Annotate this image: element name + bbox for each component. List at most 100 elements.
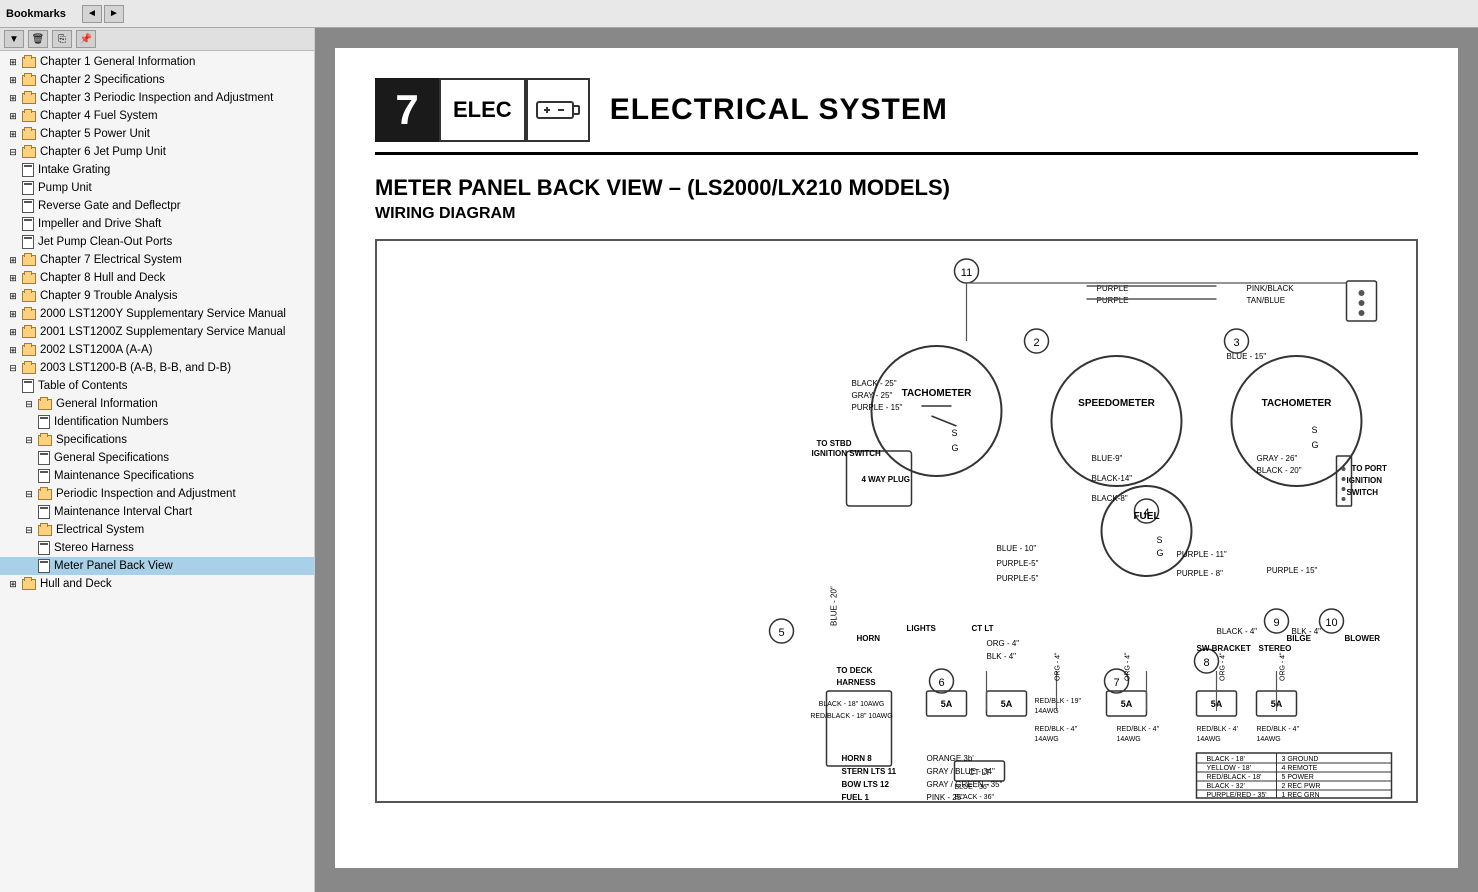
sidebar-item-ch6-4[interactable]: Impeller and Drive Shaft (0, 215, 314, 233)
svg-text:FUEL 1: FUEL 1 (842, 793, 870, 801)
sidebar-item-supp2000[interactable]: ⊞ 2000 LST1200Y Supplementary Service Ma… (0, 305, 314, 323)
expander-ch1[interactable]: ⊞ (6, 55, 20, 69)
sidebar-item-ch9[interactable]: ⊞ Chapter 9 Trouble Analysis (0, 287, 314, 305)
sidebar-item-periodic[interactable]: ⊟ Periodic Inspection and Adjustment (0, 485, 314, 503)
sidebar-item-label-ch2: Chapter 2 Specifications (40, 74, 165, 86)
sidebar-item-ch6-3[interactable]: Reverse Gate and Deflectpr (0, 197, 314, 215)
svg-text:BLACK-8": BLACK-8" (1092, 494, 1128, 503)
sidebar-item-ch6-5[interactable]: Jet Pump Clean-Out Ports (0, 233, 314, 251)
expander-ch6[interactable]: ⊟ (6, 145, 20, 159)
sidebar-item-ch2[interactable]: ⊞ Chapter 2 Specifications (0, 71, 314, 89)
expander-ch9[interactable]: ⊞ (6, 289, 20, 303)
svg-text:PURPLE/RED - 35': PURPLE/RED - 35' (1207, 792, 1267, 799)
sidebar-item-stereo[interactable]: Stereo Harness (0, 539, 314, 557)
sidebar-item-label-periodic: Periodic Inspection and Adjustment (56, 488, 236, 500)
sidebar-item-lst2002[interactable]: ⊞ 2002 LST1200A (A-A) (0, 341, 314, 359)
expander-specs[interactable]: ⊟ (22, 433, 36, 447)
svg-text:2 REC PWR: 2 REC PWR (1282, 783, 1321, 790)
nav-next-btn[interactable]: ► (104, 5, 124, 23)
svg-text:14AWG: 14AWG (1197, 736, 1221, 743)
expander-ch7[interactable]: ⊞ (6, 253, 20, 267)
sidebar-item-ch5[interactable]: ⊞ Chapter 5 Power Unit (0, 125, 314, 143)
sidebar-item-ch3[interactable]: ⊞ Chapter 3 Periodic Inspection and Adju… (0, 89, 314, 107)
svg-text:PURPLE - 8": PURPLE - 8" (1177, 569, 1224, 578)
sidebar-item-geninfo[interactable]: ⊟ General Information (0, 395, 314, 413)
sidebar-item-ch1[interactable]: ⊞ Chapter 1 General Information (0, 53, 314, 71)
page-icon-stereo (38, 541, 50, 555)
sidebar-item-label-meter: Meter Panel Back View (54, 560, 173, 572)
svg-text:BLUE - 15": BLUE - 15" (1227, 352, 1267, 361)
svg-text:G: G (1157, 548, 1164, 558)
sidebar-item-supp2001[interactable]: ⊞ 2001 LST1200Z Supplementary Service Ma… (0, 323, 314, 341)
expander-ch3[interactable]: ⊞ (6, 91, 20, 105)
expander-supp2000[interactable]: ⊞ (6, 307, 20, 321)
sidebar-paste-btn[interactable]: 📌 (76, 30, 96, 48)
sidebar-item-ch4[interactable]: ⊞ Chapter 4 Fuel System (0, 107, 314, 125)
svg-text:PINK/BLACK: PINK/BLACK (1247, 284, 1295, 293)
page-icon-ch6-3 (22, 199, 34, 213)
sidebar-item-toc[interactable]: Table of Contents (0, 377, 314, 395)
sidebar-item-genspecs[interactable]: General Specifications (0, 449, 314, 467)
expander-hulldeck[interactable]: ⊞ (6, 577, 20, 591)
sidebar-item-label-hulldeck: Hull and Deck (40, 578, 112, 590)
sidebar-item-ch6-1[interactable]: Intake Grating (0, 161, 314, 179)
expander-ch2[interactable]: ⊞ (6, 73, 20, 87)
svg-text:STERN LTS 11: STERN LTS 11 (842, 767, 897, 776)
svg-text:ORG - 4": ORG - 4" (1125, 652, 1132, 681)
svg-text:14AWG: 14AWG (1035, 708, 1059, 715)
sidebar-item-meter[interactable]: Meter Panel Back View (0, 557, 314, 575)
folder-icon-ch3 (22, 93, 36, 104)
sidebar-item-label-ch4: Chapter 4 Fuel System (40, 110, 158, 122)
sidebar-item-idnums[interactable]: Identification Numbers (0, 413, 314, 431)
sidebar-item-label-lst2003: 2003 LST1200-B (A-B, B-B, and D-B) (40, 362, 231, 374)
sidebar-item-specs[interactable]: ⊟ Specifications (0, 431, 314, 449)
nav-prev-btn[interactable]: ◄ (82, 5, 102, 23)
svg-text:GRAY - 26": GRAY - 26" (1257, 454, 1298, 463)
svg-text:SW BRACKET: SW BRACKET (1197, 644, 1251, 653)
svg-text:BLUE - 10": BLUE - 10" (997, 544, 1037, 553)
wiring-diagram: 11 2 3 4 5 6 7 8 9 (375, 239, 1418, 803)
expander-periodic[interactable]: ⊟ (22, 487, 36, 501)
svg-text:RED/BLK - 4': RED/BLK - 4' (1197, 726, 1238, 733)
sidebar-item-ch8[interactable]: ⊞ Chapter 8 Hull and Deck (0, 269, 314, 287)
sidebar-delete-btn[interactable]: 🗑 (28, 30, 48, 48)
sidebar-item-label-ch6-2: Pump Unit (38, 182, 92, 194)
expander-geninfo[interactable]: ⊟ (22, 397, 36, 411)
svg-text:TO STBD: TO STBD (817, 439, 852, 448)
sidebar-item-label-supp2001: 2001 LST1200Z Supplementary Service Manu… (40, 326, 285, 338)
svg-text:S: S (952, 428, 958, 438)
sidebar-item-label-elec: Electrical System (56, 524, 144, 536)
chapter-title: ELECTRICAL SYSTEM (610, 93, 948, 127)
sidebar-item-hulldeck[interactable]: ⊞ Hull and Deck (0, 575, 314, 593)
expander-supp2001[interactable]: ⊞ (6, 325, 20, 339)
sidebar-item-label-ch5: Chapter 5 Power Unit (40, 128, 150, 140)
expander-elec[interactable]: ⊟ (22, 523, 36, 537)
expander-ch4[interactable]: ⊞ (6, 109, 20, 123)
svg-text:RED/BLACK - 18" 10AWG: RED/BLACK - 18" 10AWG (810, 713, 892, 720)
battery-icon (526, 78, 590, 142)
sidebar-item-label-ch8: Chapter 8 Hull and Deck (40, 272, 165, 284)
sidebar-item-lst2003[interactable]: ⊟ 2003 LST1200-B (A-B, B-B, and D-B) (0, 359, 314, 377)
folder-icon-ch2 (22, 75, 36, 86)
svg-text:BLACK - 20": BLACK - 20" (1257, 466, 1302, 475)
sidebar-item-ch7[interactable]: ⊞ Chapter 7 Electrical System (0, 251, 314, 269)
sidebar-item-maintchart[interactable]: Maintenance Interval Chart (0, 503, 314, 521)
sidebar-item-ch6[interactable]: ⊟ Chapter 6 Jet Pump Unit (0, 143, 314, 161)
svg-text:5: 5 (778, 627, 784, 639)
svg-text:TAN/BLUE: TAN/BLUE (1247, 296, 1286, 305)
svg-text:TO PORT: TO PORT (1352, 464, 1388, 473)
expander-lst2002[interactable]: ⊞ (6, 343, 20, 357)
svg-text:6: 6 (938, 677, 944, 689)
sidebar-item-ch6-2[interactable]: Pump Unit (0, 179, 314, 197)
expander-ch5[interactable]: ⊞ (6, 127, 20, 141)
svg-text:4 WAY PLUG: 4 WAY PLUG (862, 475, 910, 484)
sidebar-copy-btn[interactable]: ⎘ (52, 30, 72, 48)
sidebar-item-label-ch6-5: Jet Pump Clean-Out Ports (38, 236, 172, 248)
sidebar-dropdown-btn[interactable]: ▼ (4, 30, 24, 48)
expander-ch8[interactable]: ⊞ (6, 271, 20, 285)
sidebar-item-elec[interactable]: ⊟ Electrical System (0, 521, 314, 539)
svg-text:10: 10 (1325, 617, 1337, 629)
sidebar-item-maintspecs[interactable]: Maintenance Specifications (0, 467, 314, 485)
svg-text:HARNESS: HARNESS (837, 678, 877, 687)
expander-lst2003[interactable]: ⊟ (6, 361, 20, 375)
